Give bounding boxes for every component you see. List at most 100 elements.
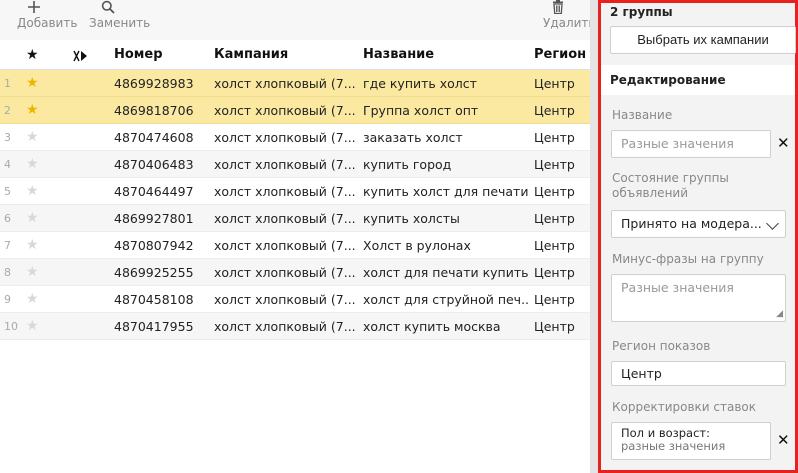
- choose-campaigns-button[interactable]: Выбрать их кампании: [610, 26, 796, 54]
- star-icon[interactable]: ★: [26, 151, 40, 178]
- star-icon[interactable]: ★: [26, 124, 40, 151]
- table-row[interactable]: 4 ★ 4870406483 холст хлопковый (7... куп…: [0, 151, 590, 178]
- cell-region: Центр: [534, 211, 575, 226]
- cell-region: Центр: [534, 130, 575, 145]
- star-icon[interactable]: ★: [26, 40, 40, 70]
- table-row[interactable]: 6 ★ 4869927801 холст хлопковый (7... куп…: [0, 205, 590, 232]
- state-select-value: Принято на модера...: [621, 216, 762, 231]
- trash-icon: [532, 0, 584, 16]
- row-number: 10: [4, 320, 18, 333]
- column-header-campaign[interactable]: Кампания: [214, 40, 358, 70]
- close-icon[interactable]: ✕: [777, 431, 790, 449]
- row-number: 6: [4, 212, 11, 225]
- cell-region: Центр: [534, 292, 575, 307]
- cell-name: Группа холст опт: [363, 103, 479, 118]
- table-row[interactable]: 9 ★ 4870458108 холст хлопковый (7... хол…: [0, 286, 590, 313]
- name-label: Название: [612, 108, 673, 122]
- table-row[interactable]: 3 ★ 4870474608 холст хлопковый (7... зак…: [0, 124, 590, 151]
- cell-id: 4870406483: [114, 157, 194, 172]
- star-icon[interactable]: ★: [26, 286, 40, 313]
- cell-campaign: холст хлопковый (7...: [214, 76, 356, 91]
- cell-id: 4870417955: [114, 319, 194, 334]
- cell-id: 4870464497: [114, 184, 194, 199]
- delete-button[interactable]: Удалить: [532, 0, 596, 40]
- cell-region: Центр: [534, 103, 575, 118]
- state-select[interactable]: Принято на модера...: [611, 210, 786, 238]
- groups-table: ★ Номер Кампания Название Регион показов…: [0, 40, 590, 340]
- row-number: 7: [4, 239, 11, 252]
- resize-handle[interactable]: ◢: [776, 310, 783, 319]
- cell-id: 4870458108: [114, 292, 194, 307]
- bid-adjustments-field[interactable]: Пол и возраст: разные значения: [611, 422, 771, 460]
- cell-id: 4870807942: [114, 238, 194, 253]
- add-button-label: Добавить: [17, 16, 78, 30]
- star-icon[interactable]: ★: [26, 205, 40, 232]
- row-number: 9: [4, 293, 11, 306]
- table-row[interactable]: 1 ★ 4869928983 холст хлопковый (7... где…: [0, 70, 590, 97]
- cell-region: Центр: [534, 157, 575, 172]
- cell-campaign: холст хлопковый (7...: [214, 103, 356, 118]
- row-number: 4: [4, 158, 11, 171]
- star-icon[interactable]: ★: [26, 97, 40, 124]
- bid-adjustments-value: разные значения: [621, 439, 726, 453]
- column-header-region[interactable]: Регион показов: [534, 40, 590, 70]
- region-label: Регион показов: [612, 339, 711, 353]
- flag-icon[interactable]: [72, 40, 90, 70]
- minus-phrases-placeholder: Разные значения: [621, 280, 734, 295]
- close-icon[interactable]: ✕: [777, 134, 790, 152]
- cell-id: 4869925255: [114, 265, 194, 280]
- edit-panel: 2 группы Выбрать их кампании Редактирова…: [598, 0, 798, 473]
- selection-count: 2 группы: [610, 5, 673, 19]
- table-row[interactable]: 8 ★ 4869925255 холст хлопковый (7... хол…: [0, 259, 590, 286]
- cell-campaign: холст хлопковый (7...: [214, 157, 356, 172]
- region-field[interactable]: Центр: [611, 361, 786, 386]
- cell-campaign: холст хлопковый (7...: [214, 265, 356, 280]
- cell-name: заказать холст: [363, 130, 463, 145]
- star-icon[interactable]: ★: [26, 259, 40, 286]
- table-row[interactable]: 2 ★ 4869818706 холст хлопковый (7... Гру…: [0, 97, 590, 124]
- search-icon: [78, 0, 138, 16]
- table-row[interactable]: 10 ★ 4870417955 холст хлопковый (7... хо…: [0, 313, 590, 340]
- cell-name: холст для струйной печ...: [363, 292, 529, 307]
- plus-icon: [6, 0, 62, 16]
- cell-id: 4870474608: [114, 130, 194, 145]
- column-header-name[interactable]: Название: [363, 40, 529, 70]
- cell-campaign: холст хлопковый (7...: [214, 292, 356, 307]
- column-header-id[interactable]: Номер: [114, 40, 208, 70]
- row-number: 2: [4, 104, 11, 117]
- cell-campaign: холст хлопковый (7...: [214, 238, 356, 253]
- cell-name: купить холсты: [363, 211, 460, 226]
- minus-phrases-textarea[interactable]: Разные значения ◢: [611, 274, 786, 322]
- table-header: ★ Номер Кампания Название Регион показов: [0, 40, 590, 70]
- cell-campaign: холст хлопковый (7...: [214, 184, 356, 199]
- star-icon[interactable]: ★: [26, 178, 40, 205]
- star-icon[interactable]: ★: [26, 313, 40, 340]
- row-number: 3: [4, 131, 11, 144]
- add-button[interactable]: Добавить: [6, 0, 77, 40]
- cell-name: холст купить москва: [363, 319, 501, 334]
- cell-name: купить холст для печати: [363, 184, 529, 199]
- cell-region: Центр: [534, 76, 575, 91]
- star-icon[interactable]: ★: [26, 232, 40, 259]
- toolbar: Добавить Заменить Удалить: [0, 0, 596, 40]
- table-row[interactable]: 5 ★ 4870464497 холст хлопковый (7... куп…: [0, 178, 590, 205]
- chevron-down-icon: [766, 217, 779, 230]
- delete-button-label: Удалить: [543, 16, 596, 30]
- row-number: 5: [4, 185, 11, 198]
- row-number: 8: [4, 266, 11, 279]
- cell-id: 4869927801: [114, 211, 194, 226]
- cell-name: Холст в рулонах: [363, 238, 471, 253]
- cell-region: Центр: [534, 184, 575, 199]
- cell-id: 4869818706: [114, 103, 194, 118]
- minus-phrases-label: Минус-фразы на группу: [612, 252, 764, 266]
- name-field[interactable]: Разные значения: [611, 130, 771, 158]
- state-label: Состояние группы объявлений: [612, 171, 729, 200]
- panel-divider[interactable]: [590, 0, 598, 473]
- row-number: 1: [4, 77, 11, 90]
- table-row[interactable]: 7 ★ 4870807942 холст хлопковый (7... Хол…: [0, 232, 590, 259]
- cell-campaign: холст хлопковый (7...: [214, 211, 356, 226]
- star-icon[interactable]: ★: [26, 70, 40, 97]
- cell-id: 4869928983: [114, 76, 194, 91]
- replace-button[interactable]: Заменить: [78, 0, 150, 40]
- cell-region: Центр: [534, 319, 575, 334]
